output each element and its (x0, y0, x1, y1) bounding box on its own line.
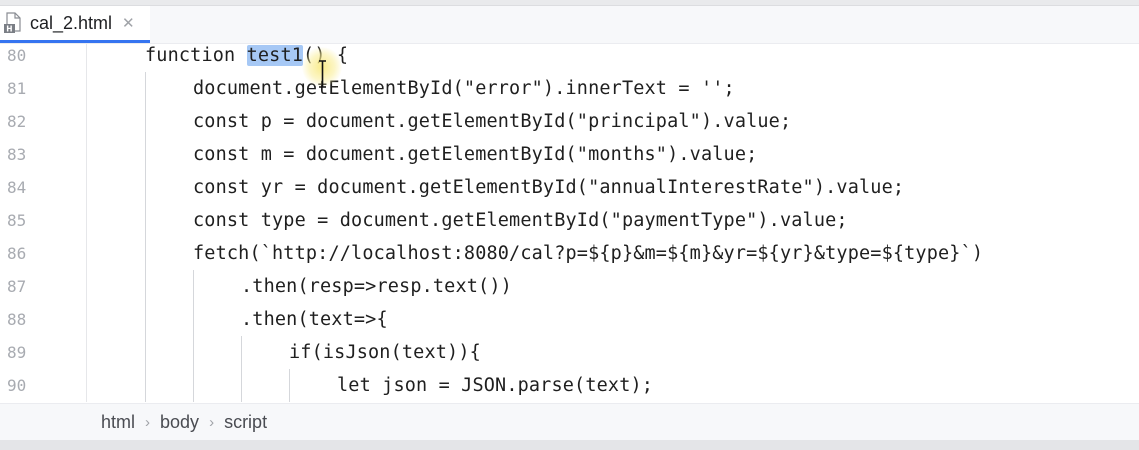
line-number: 82 (7, 112, 27, 131)
code-text: fetch(`http://localhost:8080/cal?p=${p}&… (193, 243, 984, 264)
code-line: 82 const p = document.getElementById("pr… (0, 105, 1139, 138)
breadcrumb-script[interactable]: script (224, 412, 267, 433)
chevron-right-icon: › (209, 413, 215, 431)
tab-cal-2-html[interactable]: H cal_2.html ✕ (0, 6, 150, 43)
code-text: .then(text=>{ (241, 309, 388, 330)
line-number: 88 (7, 310, 27, 329)
code-line: 81 document.getElementById("error").inne… (0, 72, 1139, 105)
line-number: 86 (7, 244, 27, 263)
breadcrumb: html › body › script (0, 403, 1139, 440)
code-text: const p = document.getElementById("princ… (193, 111, 792, 132)
chevron-right-icon: › (145, 413, 151, 431)
indent-guide (241, 336, 242, 402)
code-text: .then(resp=>resp.text()) (241, 276, 512, 297)
code-line: 80 function test1() { (0, 39, 1139, 72)
code-line: 84 const yr = document.getElementById("a… (0, 171, 1139, 204)
tab-filename: cal_2.html (30, 12, 113, 33)
code-token: function (145, 45, 247, 66)
line-number: 80 (7, 46, 27, 65)
code-line: 86 fetch(`http://localhost:8080/cal?p=${… (0, 237, 1139, 270)
code-text: const m = document.getElementById("month… (193, 144, 758, 165)
code-text: let json = JSON.parse(text); (337, 375, 654, 396)
code-line: 87 .then(resp=>resp.text()) (0, 270, 1139, 303)
code-line: 83 const m = document.getElementById("mo… (0, 138, 1139, 171)
text-cursor-icon (319, 60, 326, 88)
line-number: 89 (7, 343, 27, 362)
breadcrumb-body[interactable]: body (160, 412, 199, 433)
line-number: 84 (7, 178, 27, 197)
html-file-icon: H (4, 12, 24, 34)
code-line: 85 const type = document.getElementById(… (0, 204, 1139, 237)
line-number: 83 (7, 145, 27, 164)
indent-guide (145, 72, 146, 402)
line-number: 90 (7, 376, 27, 395)
line-number: 85 (7, 211, 27, 230)
indent-guide (289, 369, 290, 402)
svg-text:H: H (6, 25, 12, 34)
gutter-divider (86, 44, 87, 402)
code-text: document.getElementById("error").innerTe… (193, 78, 735, 99)
breadcrumb-html[interactable]: html (101, 412, 135, 433)
code-text: const yr = document.getElementById("annu… (193, 177, 905, 198)
bottom-strip (0, 440, 1139, 450)
code-text: if(isJson(text)){ (289, 342, 481, 363)
code-editor[interactable]: 80 function test1() { 81 document.getEle… (0, 44, 1139, 402)
indent-guide (193, 270, 194, 402)
code-line: 88 .then(text=>{ (0, 303, 1139, 336)
code-line: 90 let json = JSON.parse(text); (0, 369, 1139, 402)
line-number: 87 (7, 277, 27, 296)
line-number: 81 (7, 79, 27, 98)
code-line: 89 if(isJson(text)){ (0, 336, 1139, 369)
ide-window: H cal_2.html ✕ 80 function test1() { 81 … (0, 0, 1139, 450)
close-tab-icon[interactable]: ✕ (122, 14, 135, 32)
code-text: const type = document.getElementById("pa… (193, 210, 848, 231)
highlighted-identifier: test1 (246, 45, 304, 66)
